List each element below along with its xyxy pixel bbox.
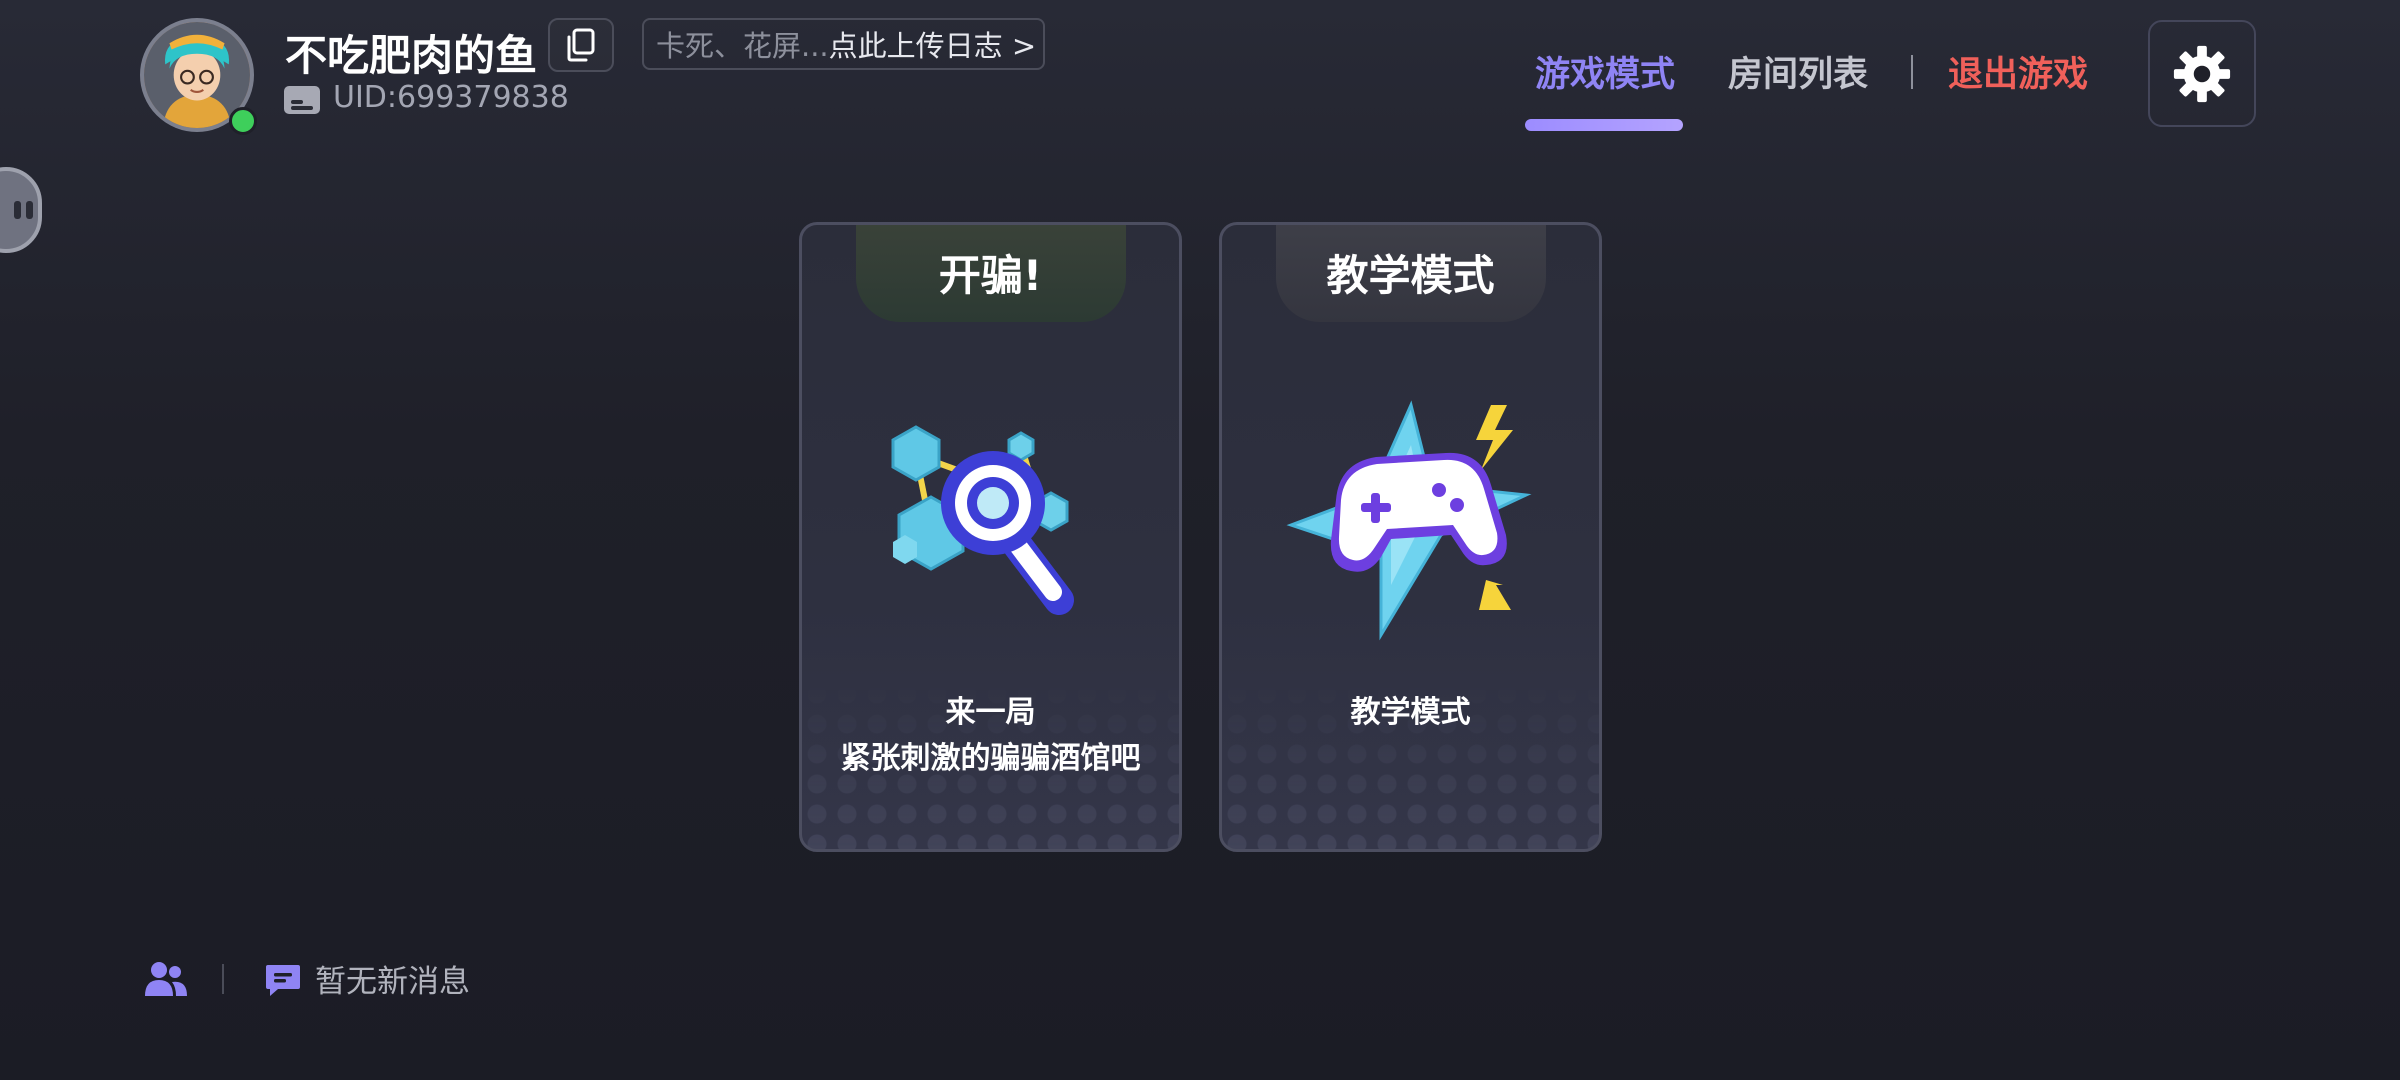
molecule-magnifier-icon	[861, 385, 1121, 645]
copy-icon	[567, 28, 595, 62]
active-tab-indicator	[1525, 119, 1683, 131]
copy-uid-button[interactable]	[548, 18, 614, 72]
floating-assistant-handle[interactable]	[0, 167, 42, 253]
gamepad-icon	[1281, 385, 1541, 645]
user-uid: UID:699379838	[333, 80, 569, 115]
bottom-divider	[222, 964, 224, 994]
chat-icon[interactable]	[264, 961, 302, 999]
log-link-text: 点此上传日志 >	[828, 29, 1037, 63]
settings-button[interactable]	[2148, 20, 2256, 127]
tab-game-mode[interactable]: 游戏模式	[1535, 46, 1675, 97]
mode-card-tutorial[interactable]: 教学模式 教学模式	[1219, 222, 1602, 852]
id-card-icon	[284, 86, 320, 114]
card-description: 教学模式	[1222, 690, 1599, 736]
tab-room-list[interactable]: 房间列表	[1728, 46, 1868, 97]
upload-log-button[interactable]: 卡死、花屏... 点此上传日志 >	[642, 18, 1045, 70]
card-title: 开骗!	[855, 225, 1126, 322]
exit-game-button[interactable]: 退出游戏	[1948, 46, 2088, 97]
card-title: 教学模式	[1275, 225, 1546, 322]
card-desc-line: 紧张刺激的骗骗酒馆吧	[840, 741, 1141, 776]
friends-icon[interactable]	[144, 960, 188, 998]
gear-icon	[2173, 45, 2231, 102]
log-hint-text: 卡死、花屏...	[656, 29, 829, 63]
username: 不吃肥肉的鱼	[285, 31, 538, 80]
mode-card-start-game[interactable]: 开骗! 来一局 紧张刺激的骗骗酒馆吧	[799, 222, 1182, 852]
nav-divider	[1911, 55, 1913, 89]
online-status-dot	[229, 107, 257, 135]
card-description: 来一局 紧张刺激的骗骗酒馆吧	[802, 690, 1179, 782]
card-desc-line: 来一局	[945, 695, 1036, 730]
message-status[interactable]: 暂无新消息	[315, 956, 470, 1001]
game-lobby-screen: 不吃肥肉的鱼 UID:699379838 卡死、花屏... 点此上传日志 > 游…	[0, 0, 2400, 1080]
card-desc-line: 教学模式	[1350, 695, 1471, 730]
